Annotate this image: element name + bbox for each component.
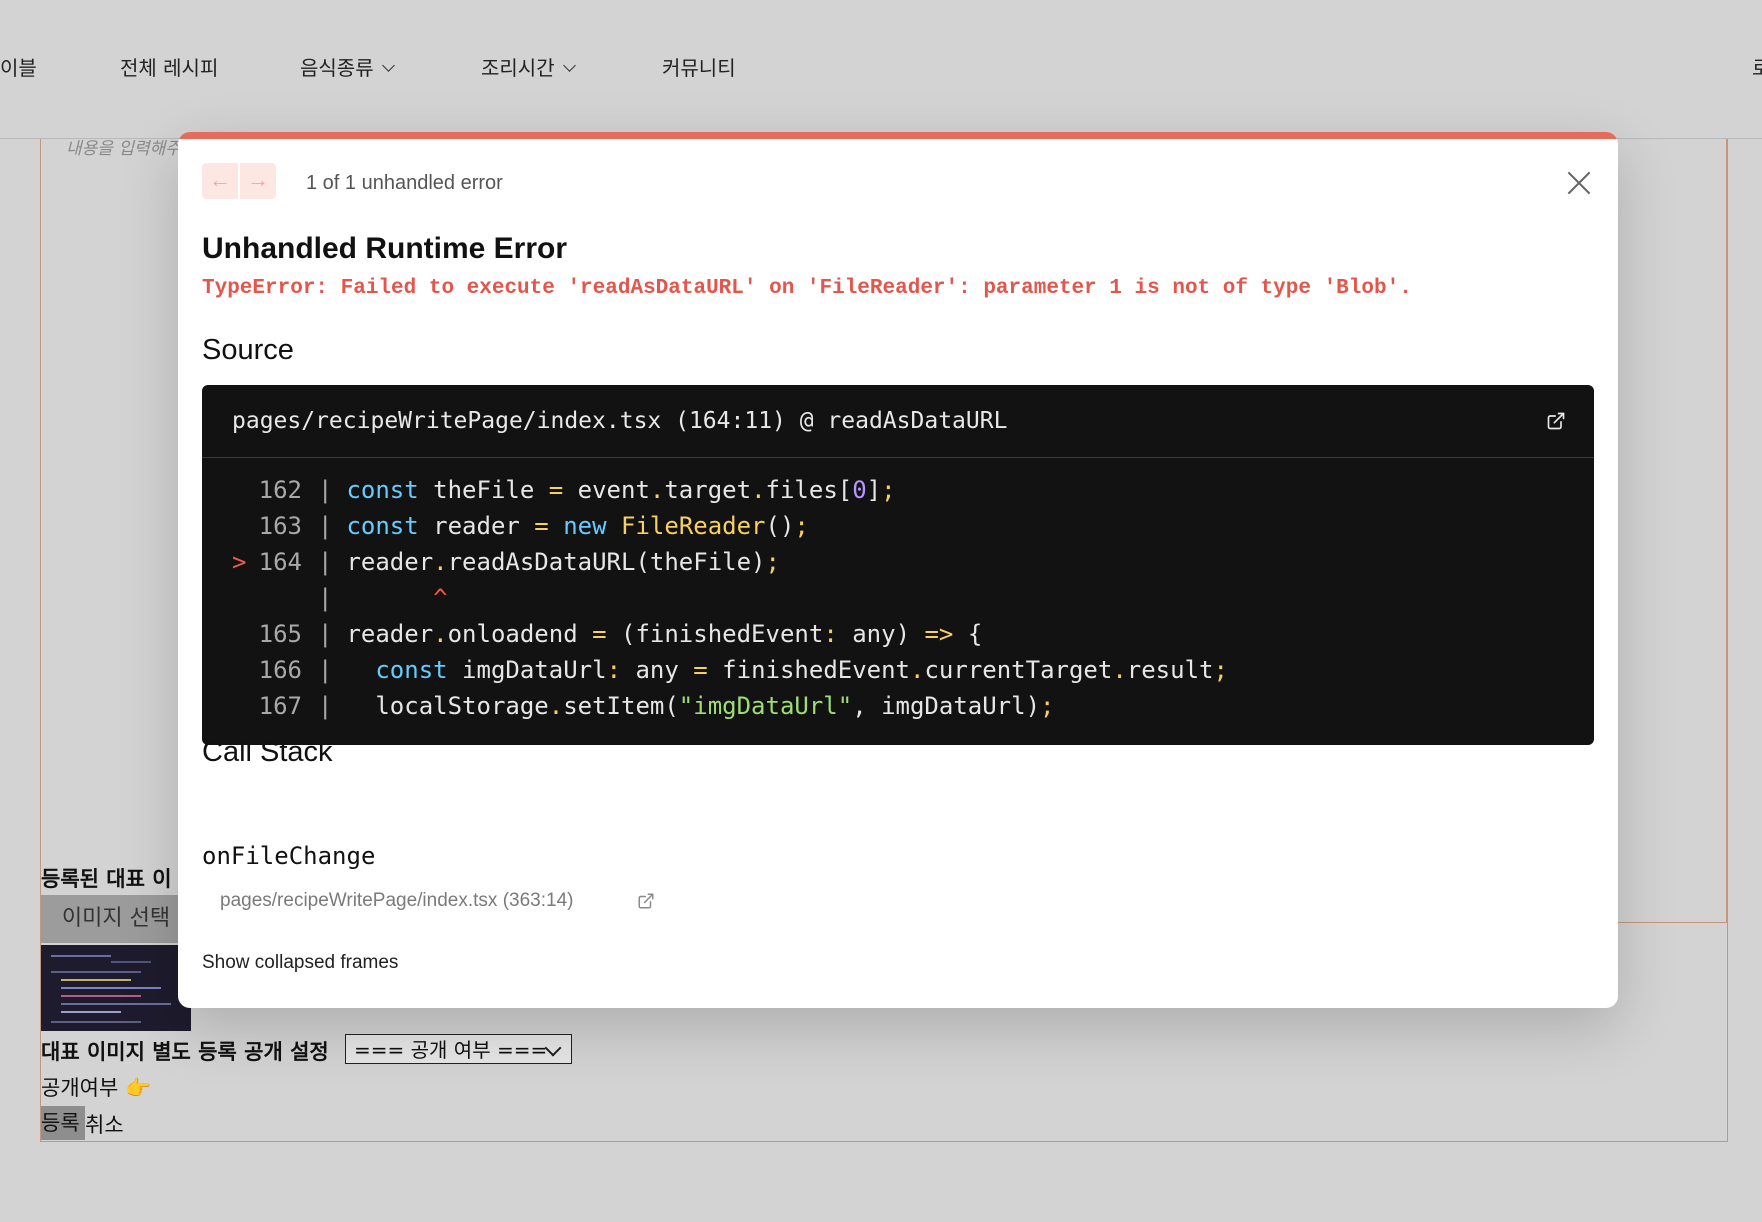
line-number: 165 [258, 620, 302, 648]
code-line: 165 | reader.onloadend = (finishedEvent: a… [202, 616, 1594, 652]
code-line: 167 | localStorage.setItem("imgDataUrl", … [202, 688, 1594, 724]
line-number: 167 [258, 692, 302, 720]
code-text: ^ [346, 584, 448, 612]
chevron-down-icon [381, 59, 395, 72]
image-thumbnail [41, 945, 191, 1031]
nav-item-community[interactable]: 커뮤니티 [662, 52, 736, 81]
code-text: const reader = new FileReader(); [346, 512, 809, 540]
error-message: TypeError: Failed to execute 'readAsData… [202, 277, 1412, 300]
source-code-frame: pages/recipeWritePage/index.tsx (164:11)… [202, 385, 1594, 745]
nav-item-cook-time-label: 조리시간 [481, 56, 555, 80]
source-location: pages/recipeWritePage/index.tsx (164:11)… [232, 408, 1008, 434]
image-select-button[interactable]: 이미지 선택 [41, 895, 191, 943]
code-text: reader.readAsDataURL(theFile); [346, 548, 780, 576]
line-number: 164 [258, 548, 302, 576]
code-text: reader.onloadend = (finishedEvent: any) … [346, 620, 983, 648]
external-link-icon[interactable] [637, 892, 655, 910]
nav-item-all-recipes[interactable]: 전체 레시피 [120, 52, 218, 81]
registered-image-label: 등록된 대표 이 [41, 867, 172, 891]
stack-frame-location[interactable]: pages/recipeWritePage/index.tsx (363:14) [220, 890, 573, 912]
error-pagination: ← → [202, 163, 276, 199]
code-line: | ^ [318, 584, 448, 612]
visibility-select-value: === 공개 여부 === [354, 1038, 548, 1062]
error-title: Unhandled Runtime Error [202, 232, 568, 265]
call-stack-heading: Call Stack [202, 736, 333, 768]
next-error-button[interactable]: → [240, 163, 276, 199]
show-collapsed-frames-button[interactable]: Show collapsed frames [202, 952, 398, 974]
editor-placeholder: 내용을 입력해주 [66, 139, 181, 159]
top-navigation: 이블 전체 레시피 음식종류 조리시간 커뮤니티 로 [0, 0, 1762, 139]
error-accent-bar [178, 132, 1618, 139]
submit-button[interactable]: 등록 [41, 1106, 85, 1140]
arrow-right-icon: → [247, 167, 269, 192]
separate-image-label: 대표 이미지 별도 등록 공개 설정 [41, 1040, 329, 1064]
nav-item-cook-time[interactable]: 조리시간 [481, 52, 576, 81]
nav-item-food-type[interactable]: 음식종류 [300, 52, 395, 81]
chevron-down-icon [562, 59, 576, 72]
code-line: 162 | const theFile = event.target.files[0… [202, 472, 1594, 508]
error-line-marker: > [232, 548, 247, 576]
code-text: const theFile = event.target.files[0]; [346, 476, 896, 504]
external-link-icon[interactable] [1546, 411, 1566, 431]
error-count: 1 of 1 unhandled error [306, 172, 503, 194]
source-location-header[interactable]: pages/recipeWritePage/index.tsx (164:11)… [202, 385, 1594, 458]
line-number: 163 [258, 512, 302, 540]
source-heading: Source [202, 334, 294, 366]
code-line: >164 | reader.readAsDataURL(theFile); [202, 544, 1594, 580]
code-text: localStorage.setItem("imgDataUrl", imgDa… [346, 692, 1055, 720]
visibility-select[interactable]: === 공개 여부 === [345, 1034, 572, 1064]
arrow-left-icon: ← [209, 167, 231, 192]
code-line: 166 | const imgDataUrl: any = finishedEve… [202, 652, 1594, 688]
code-line: 163 | const reader = new FileReader(); [202, 508, 1594, 544]
cancel-button[interactable]: 취소 [85, 1109, 124, 1139]
code-lines: 162 | const theFile = event.target.files[0… [202, 458, 1594, 724]
nav-item-login[interactable]: 로 [1752, 52, 1762, 81]
visibility-label: 공개여부 👉 [41, 1076, 152, 1100]
nav-item-table[interactable]: 이블 [0, 52, 37, 81]
stack-frame-function: onFileChange [202, 842, 376, 870]
line-number: 162 [258, 476, 302, 504]
code-text: const imgDataUrl: any = finishedEvent.cu… [375, 656, 1228, 684]
nav-item-food-type-label: 음식종류 [300, 56, 374, 80]
prev-error-button[interactable]: ← [202, 163, 238, 199]
error-overlay-dialog: ← → 1 of 1 unhandled error Unhandled Run… [178, 132, 1618, 1008]
line-number: 166 [258, 656, 302, 684]
close-icon[interactable] [1566, 170, 1592, 196]
